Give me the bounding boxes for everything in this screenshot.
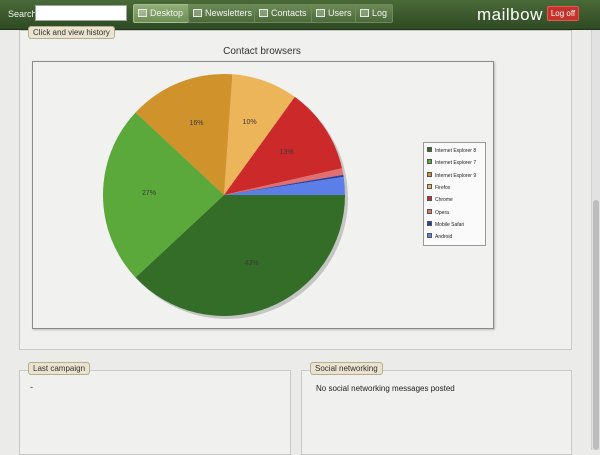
legend-swatch <box>427 208 432 214</box>
legend-item: Internet Explorer 7 <box>427 158 476 168</box>
legend-label: Opera <box>435 209 449 216</box>
last-campaign-legend: Last campaign <box>28 362 91 375</box>
legend-swatch <box>427 147 432 152</box>
legend-label: Mobile Safari <box>435 221 465 228</box>
pie-data-label: 27% <box>141 190 156 197</box>
legend-swatch <box>427 233 432 239</box>
pie-data-label: 13% <box>279 148 294 156</box>
legend-label: Internet Explorer 8 <box>435 148 477 154</box>
legend-swatch <box>427 196 432 202</box>
legend-item: Internet Explorer 8 <box>427 146 476 156</box>
pie-data-label: 10% <box>242 119 257 127</box>
legend-label: Internet Explorer 7 <box>435 160 477 167</box>
legend-swatch <box>427 220 432 226</box>
legend-swatch <box>427 183 432 189</box>
social-networking-panel <box>301 370 572 455</box>
legend-label: Internet Explorer 9 <box>435 172 477 179</box>
social-networking-message: No social networking messages posted <box>316 384 455 393</box>
legend-item: Android <box>427 232 452 242</box>
legend-item: Internet Explorer 9 <box>427 171 476 181</box>
pie-data-label: 16% <box>189 120 204 128</box>
last-campaign-content: - <box>30 382 33 392</box>
legend-label: Firefox <box>435 184 451 191</box>
legend-label: Chrome <box>435 197 453 204</box>
legend-swatch <box>427 159 432 165</box>
legend-item: Firefox <box>427 183 450 193</box>
legend-item: Opera <box>427 208 449 218</box>
legend-item: Chrome <box>427 195 453 205</box>
legend-label: Android <box>435 234 453 241</box>
legend-swatch <box>427 171 432 177</box>
pie-data-label: 43% <box>244 259 259 267</box>
social-networking-legend: Social networking <box>310 362 383 375</box>
legend-item: Mobile Safari <box>427 220 464 230</box>
chart-legend: Internet Explorer 8 Internet Explorer 7 In… <box>423 142 486 246</box>
last-campaign-panel <box>19 370 291 455</box>
